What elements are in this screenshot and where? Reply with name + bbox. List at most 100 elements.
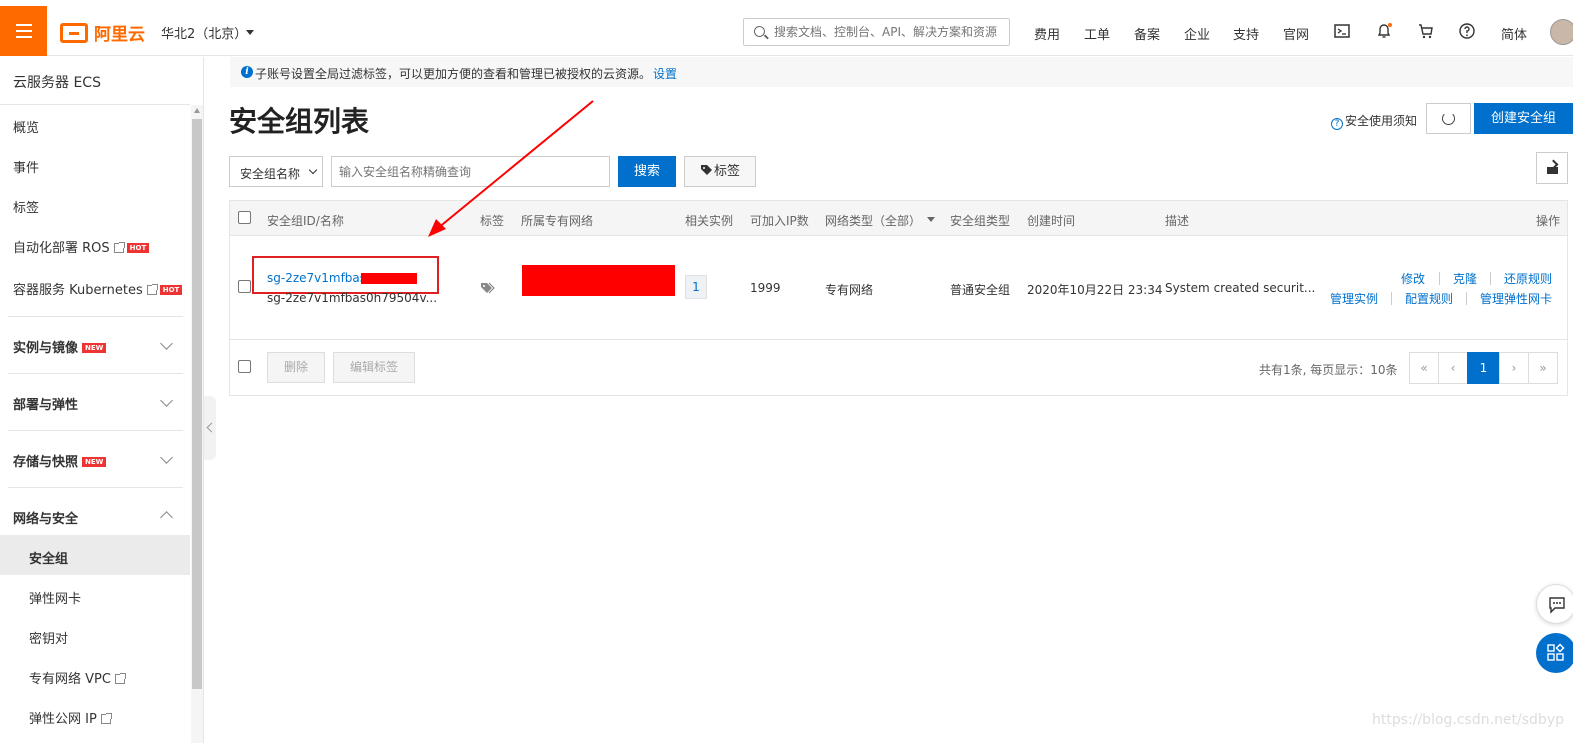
language-switch[interactable]: 简体 — [1501, 24, 1527, 43]
configure-rules-link[interactable]: 配置规则 — [1405, 290, 1453, 307]
row-checkbox[interactable] — [238, 280, 251, 293]
sidebar-item-label: 安全组 — [29, 552, 69, 567]
nav-fees[interactable]: 费用 — [1034, 24, 1060, 43]
pagination-summary: 共有1条, 每页显示：10条 — [1259, 363, 1398, 377]
refresh-button[interactable] — [1426, 103, 1471, 134]
left-sidebar: 云服务器 ECS 概览 事件 标签 自动化部署 ROS HOT 容器服务 Kube… — [0, 57, 204, 743]
nav-icp-filing[interactable]: 备案 — [1134, 24, 1160, 43]
sidebar-group-network-security[interactable]: 网络与安全 — [13, 508, 78, 527]
tag-filter-button[interactable]: 标签 — [684, 156, 756, 187]
clone-link[interactable]: 克隆 — [1453, 270, 1477, 287]
modify-link[interactable]: 修改 — [1401, 270, 1425, 287]
external-link-icon — [100, 713, 112, 724]
tag-icon[interactable] — [480, 282, 496, 295]
sidebar-item-overview[interactable]: 概览 — [13, 117, 39, 136]
chevron-up-icon[interactable] — [160, 511, 173, 524]
cart-icon[interactable] — [1418, 23, 1434, 39]
global-search-input[interactable] — [774, 22, 1006, 42]
page-title: 安全组列表 — [229, 105, 370, 138]
footer-select-all-checkbox[interactable] — [238, 360, 251, 373]
apps-grid-icon — [1547, 643, 1565, 661]
sidebar-item-label: 密钥对 — [29, 632, 69, 647]
quick-apps-button[interactable] — [1536, 633, 1573, 673]
select-all-checkbox[interactable] — [238, 211, 251, 224]
nav-enterprise[interactable]: 企业 — [1184, 24, 1210, 43]
sidebar-item-eip[interactable]: 弹性公网 IP — [29, 708, 112, 727]
user-avatar[interactable] — [1550, 19, 1573, 45]
sidebar-collapse-handle[interactable] — [204, 396, 216, 460]
create-security-group-button[interactable]: 创建安全组 — [1474, 103, 1573, 134]
search-button[interactable]: 搜索 — [618, 156, 676, 187]
sidebar-group-label: 存储与快照 — [13, 455, 79, 470]
divider — [1439, 272, 1440, 285]
next-page-button[interactable]: › — [1499, 352, 1529, 384]
notice-text: 子账号设置全局过滤标签，可以更加方便的查看和管理已被授权的云资源。 — [255, 67, 652, 81]
chevron-down-icon[interactable] — [160, 337, 173, 350]
filter-caret-icon[interactable] — [927, 217, 935, 222]
manage-eni-link[interactable]: 管理弹性网卡 — [1480, 290, 1552, 307]
sidebar-item-vpc[interactable]: 专有网络 VPC — [29, 668, 126, 687]
divider — [8, 373, 183, 374]
chevron-down-icon[interactable] — [160, 451, 173, 464]
new-badge: NEW — [82, 343, 107, 353]
sidebar-item-tags[interactable]: 标签 — [13, 197, 39, 216]
page-1-button[interactable]: 1 — [1467, 352, 1500, 384]
chevron-down-icon[interactable] — [160, 394, 173, 407]
security-group-name: sg-2ze7v1mfbas0h79504v... — [267, 291, 438, 305]
manage-instances-link[interactable]: 管理实例 — [1330, 290, 1378, 307]
hot-badge: HOT — [159, 285, 183, 295]
tag-icon — [700, 165, 712, 175]
filter-field-value: 安全组名称 — [240, 167, 301, 181]
global-search[interactable] — [743, 18, 1010, 46]
related-instances-count[interactable]: 1 — [685, 275, 707, 299]
ip-count: 1999 — [750, 281, 781, 295]
sidebar-item-eni[interactable]: 弹性网卡 — [29, 588, 81, 607]
divider — [1466, 292, 1467, 305]
sidebar-item-label: 自动化部署 ROS — [13, 241, 110, 256]
nav-official-site[interactable]: 官网 — [1283, 24, 1309, 43]
sidebar-scrollbar[interactable] — [191, 105, 203, 743]
first-page-button[interactable]: « — [1409, 352, 1439, 384]
sidebar-item-kubernetes[interactable]: 容器服务 Kubernetes HOT — [13, 279, 183, 298]
sidebar-item-label: 事件 — [13, 161, 40, 176]
security-guide-link[interactable]: ? 安全使用须知 — [1331, 112, 1417, 130]
col-header-actions: 操作 — [1536, 214, 1561, 228]
sidebar-group-label: 部署与弹性 — [13, 398, 79, 413]
nav-tickets[interactable]: 工单 — [1084, 24, 1110, 43]
bell-icon[interactable] — [1376, 23, 1392, 39]
chat-icon — [1549, 597, 1565, 614]
sidebar-group-deployment-elasticity[interactable]: 部署与弹性 — [13, 394, 78, 413]
notice-settings-link[interactable]: 设置 — [653, 65, 677, 82]
aliyun-logo[interactable]: 阿里云 — [60, 20, 145, 45]
help-icon[interactable] — [1459, 23, 1475, 39]
col-header-related-instances: 相关实例 — [685, 214, 734, 228]
delete-button[interactable]: 删除 — [267, 352, 325, 383]
security-group-id-link[interactable]: sg-2ze7v1mfbas0 — [267, 271, 374, 285]
sidebar-item-label: 弹性公网 IP — [29, 712, 97, 727]
prev-page-button[interactable]: ‹ — [1438, 352, 1468, 384]
sidebar-group-label: 实例与镜像 — [13, 341, 79, 356]
sidebar-group-storage-snapshots[interactable]: 存储与快照 NEW — [13, 451, 107, 470]
feedback-button[interactable] — [1536, 584, 1573, 624]
scroll-up-icon[interactable] — [194, 108, 200, 113]
filter-field-select[interactable]: 安全组名称 — [229, 156, 323, 187]
hamburger-menu-icon[interactable] — [0, 6, 47, 56]
sidebar-item-key-pairs[interactable]: 密钥对 — [29, 628, 68, 647]
sidebar-group-instances-images[interactable]: 实例与镜像 NEW — [13, 337, 107, 356]
col-header-network-type[interactable]: 网络类型（全部） — [825, 212, 921, 229]
edit-tags-button[interactable]: 编辑标签 — [333, 352, 415, 383]
scrollbar-thumb[interactable] — [192, 119, 202, 689]
nav-support[interactable]: 支持 — [1233, 24, 1259, 43]
region-selector[interactable]: 华北2（北京） — [161, 23, 247, 42]
last-page-button[interactable]: » — [1528, 352, 1558, 384]
restore-rules-link[interactable]: 还原规则 — [1504, 270, 1552, 287]
sidebar-item-security-group[interactable]: 安全组 — [29, 548, 68, 567]
caret-down-icon[interactable] — [246, 30, 254, 35]
sidebar-group-label: 网络与安全 — [13, 512, 79, 527]
export-button[interactable] — [1536, 152, 1568, 184]
divider — [1490, 272, 1491, 285]
sidebar-item-events[interactable]: 事件 — [13, 157, 39, 176]
sidebar-item-ros[interactable]: 自动化部署 ROS HOT — [13, 237, 150, 256]
external-link-icon — [113, 242, 125, 253]
terminal-icon[interactable] — [1334, 23, 1350, 39]
